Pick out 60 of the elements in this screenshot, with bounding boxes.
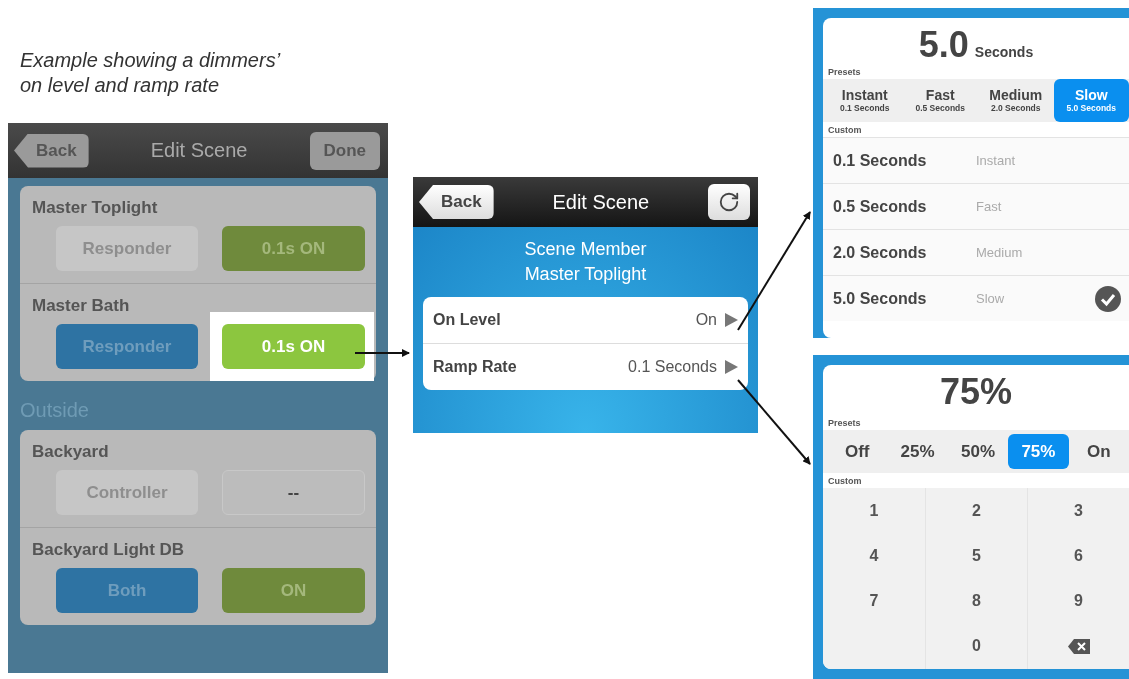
option-value: 0.1 Seconds — [833, 151, 928, 170]
preset-button[interactable]: Medium 2.0 Seconds — [978, 79, 1054, 122]
state-button[interactable]: -- — [222, 470, 365, 515]
ramp-option[interactable]: 2.0 Seconds Medium — [823, 229, 1129, 275]
setting-value: 0.1 Seconds — [628, 358, 717, 376]
preset-button[interactable]: 25% — [887, 434, 948, 469]
digit-key[interactable]: 0 — [962, 633, 991, 660]
option-name: Medium — [976, 245, 1024, 260]
preset-button[interactable]: Instant 0.1 Seconds — [827, 79, 903, 122]
digit-key[interactable]: 8 — [962, 588, 991, 615]
refresh-button[interactable] — [708, 184, 750, 220]
member-name: Backyard Light DB — [32, 540, 186, 560]
preset-button[interactable]: 75% — [1008, 434, 1069, 469]
disclosure-triangle-icon — [725, 313, 738, 327]
ramp-option[interactable]: 0.5 Seconds Fast — [823, 183, 1129, 229]
ramp-value: 5.0 — [918, 24, 969, 66]
caption-text: Example showing a dimmers’ — [20, 48, 282, 73]
digit-key[interactable]: 1 — [859, 497, 889, 524]
preset-button[interactable]: On — [1068, 434, 1129, 469]
setting-label: Ramp Rate — [433, 358, 517, 376]
member-name: Master Bath — [32, 296, 131, 316]
screen-title: Edit Scene — [552, 190, 650, 214]
setting-label: On Level — [433, 311, 501, 329]
option-name: Fast — [976, 199, 1003, 214]
ramp-unit: Seconds — [974, 44, 1034, 60]
subtitle-text: Scene Member — [524, 238, 647, 261]
digit-key[interactable]: 6 — [1064, 542, 1093, 569]
member-name: Backyard — [32, 442, 110, 462]
preset-button[interactable]: Fast 0.5 Seconds — [902, 79, 978, 122]
level-value: 75% — [939, 371, 1013, 413]
section-label: Custom — [827, 124, 863, 137]
screen-title: Edit Scene — [150, 139, 248, 162]
digit-key[interactable]: 7 — [859, 588, 889, 615]
connector-arrow — [354, 349, 410, 357]
backspace-icon — [1067, 638, 1090, 654]
disclosure-triangle-icon — [725, 360, 738, 374]
digit-key[interactable]: 2 — [962, 497, 991, 524]
section-label: Presets — [827, 417, 862, 430]
ramp-option[interactable]: 0.1 Seconds Instant — [823, 137, 1129, 183]
option-value: 0.5 Seconds — [833, 197, 928, 216]
section-label: Presets — [827, 66, 862, 79]
ramp-option[interactable]: 5.0 Seconds Slow — [823, 275, 1129, 321]
digit-key[interactable]: 4 — [859, 542, 889, 569]
option-name: Slow — [976, 291, 1006, 306]
preset-button[interactable]: Slow 5.0 Seconds — [1053, 79, 1129, 122]
refresh-icon — [718, 191, 740, 213]
digit-key[interactable]: 5 — [962, 542, 991, 569]
preset-button[interactable]: Off — [827, 434, 888, 469]
digit-key[interactable]: 9 — [1064, 588, 1093, 615]
preset-button[interactable]: 50% — [947, 434, 1009, 469]
option-name: Instant — [976, 153, 1017, 168]
subtitle-text: Master Toplight — [524, 263, 647, 286]
member-name: Master Toplight — [32, 198, 159, 218]
caption-text: on level and ramp rate — [20, 73, 220, 98]
digit-key[interactable]: 3 — [1064, 497, 1093, 524]
setting-value: On — [695, 311, 717, 329]
option-value: 2.0 Seconds — [833, 243, 928, 262]
back-button[interactable]: Back — [419, 185, 494, 219]
section-label: Custom — [827, 475, 863, 488]
option-value: 5.0 Seconds — [833, 289, 928, 308]
